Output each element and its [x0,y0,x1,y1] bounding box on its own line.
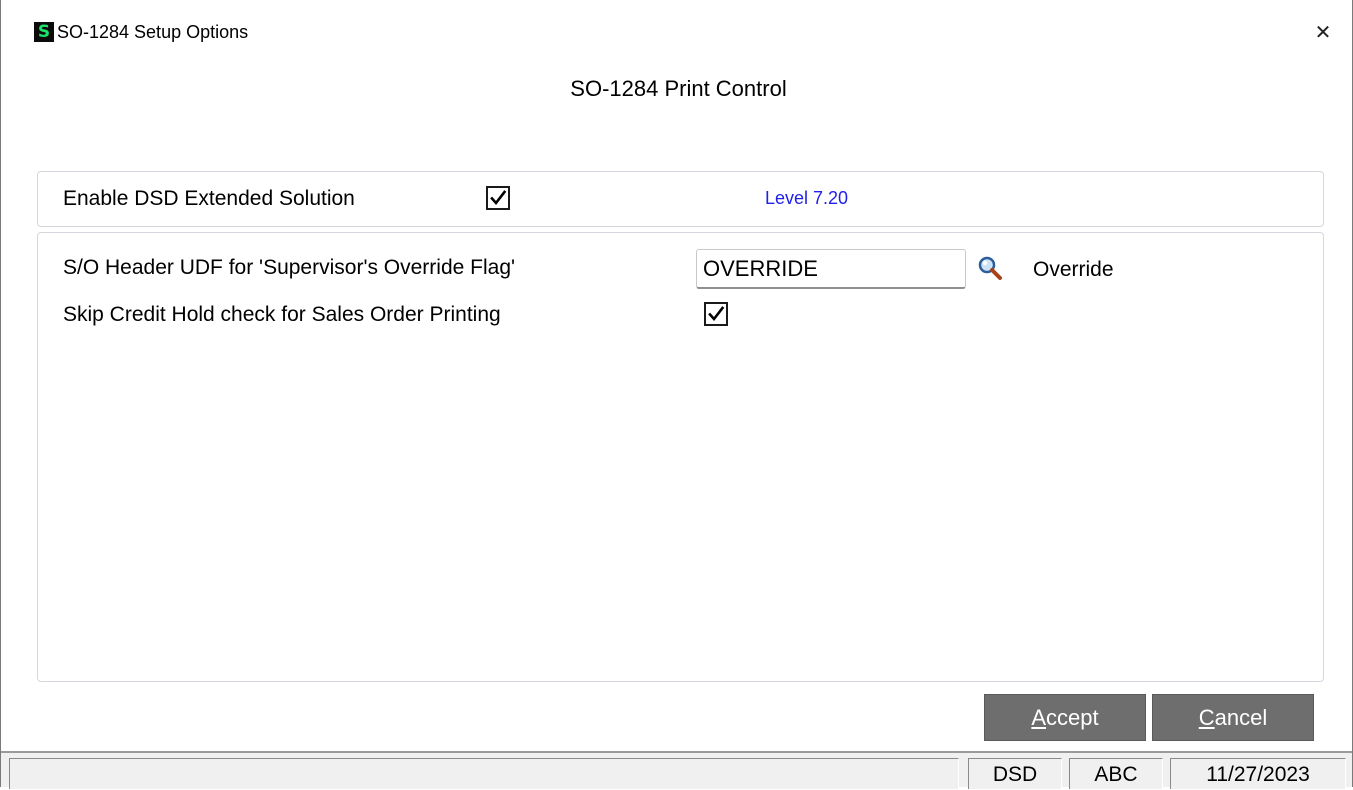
version-level-text: Level 7.20 [765,188,849,208]
page-title: SO-1284 Print Control [570,76,787,101]
accept-label: ccept [1046,705,1099,730]
cancel-mnemonic: C [1198,705,1215,730]
status-company-dsd: DSD [968,758,1062,789]
options-panel [37,232,1324,682]
enable-dsd-label: Enable DSD Extended Solution [63,187,355,210]
cancel-label: ancel [1214,705,1268,730]
cancel-button[interactable]: Cancel [1152,694,1314,741]
app-logo-icon: S [34,22,54,42]
skip-credit-hold-checkbox[interactable] [704,302,728,326]
udf-override-label: S/O Header UDF for 'Supervisor's Overrid… [63,256,516,279]
status-bar: DSD ABC 11/27/2023 [1,751,1352,789]
udf-description-text: Override [1033,258,1114,281]
accept-button[interactable]: Accept [984,694,1146,741]
enable-dsd-checkbox[interactable] [486,186,510,210]
accept-mnemonic: A [1031,705,1047,730]
checkmark-icon [708,306,725,322]
setup-options-window: S SO-1284 Setup Options ✕ SO-1284 Print … [0,0,1353,789]
checkmark-icon [490,190,507,206]
status-message [9,758,959,789]
window-title: SO-1284 Setup Options [57,22,249,42]
close-button[interactable]: ✕ [1307,16,1339,48]
skip-credit-hold-label: Skip Credit Hold check for Sales Order P… [63,303,501,326]
status-company-abc: ABC [1069,758,1163,789]
udf-override-input[interactable] [696,249,966,289]
status-date: 11/27/2023 [1170,758,1346,789]
title-bar: S SO-1284 Setup Options ✕ [1,0,1352,64]
magnifier-icon[interactable] [976,255,1004,283]
